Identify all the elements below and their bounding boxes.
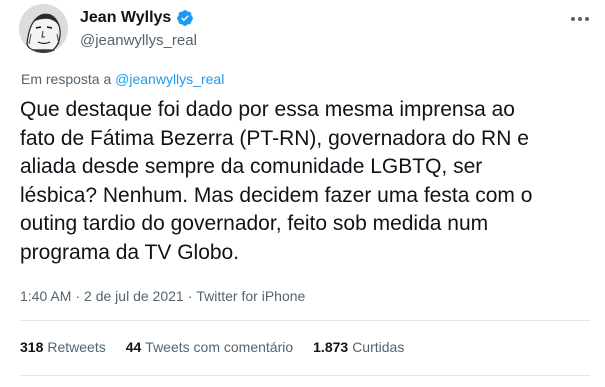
tweet-text: Que destaque foi dado por essa mesma imp… [20, 98, 533, 264]
tweet-date[interactable]: 2 de jul de 2021 [84, 287, 184, 305]
retweets-label: Retweets [47, 339, 106, 355]
meta-separator: · [187, 288, 193, 304]
author-display-name[interactable]: Jean Wyllys [80, 8, 171, 28]
avatar-portrait-icon [19, 4, 68, 53]
retweets-stat[interactable]: 318 Retweets [20, 338, 106, 356]
more-options-icon[interactable] [569, 8, 591, 30]
divider [20, 375, 590, 376]
author-avatar[interactable] [19, 4, 68, 53]
author-handle[interactable]: @jeanwyllys_real [80, 31, 197, 50]
quote-tweets-label: Tweets com comentário [145, 339, 294, 355]
retweets-count: 318 [20, 339, 44, 355]
quote-tweets-count: 44 [125, 339, 142, 355]
likes-count: 1.873 [313, 339, 349, 355]
tweet-stats: 318 Retweets 44 Tweets com comentário 1.… [20, 338, 404, 356]
reply-to-handle-link[interactable]: @jeanwyllys_real [115, 71, 224, 87]
reply-context: Em resposta a @jeanwyllys_real [21, 70, 224, 88]
verified-badge-icon [176, 9, 194, 27]
likes-stat[interactable]: 1.873 Curtidas [313, 338, 404, 356]
divider [20, 320, 590, 321]
tweet-card: Jean Wyllys @jeanwyllys_real Em resposta… [0, 0, 605, 387]
quote-tweets-stat[interactable]: 44 Tweets com comentário [126, 338, 293, 356]
meta-separator: · [75, 288, 81, 304]
author-name-row[interactable]: Jean Wyllys [80, 8, 194, 28]
tweet-source[interactable]: Twitter for iPhone [196, 287, 305, 305]
tweet-meta: 1:40 AM · 2 de jul de 2021 · Twitter for… [20, 287, 305, 305]
reply-prefix: Em resposta a [21, 71, 112, 87]
likes-label: Curtidas [352, 339, 405, 355]
tweet-time[interactable]: 1:40 AM [20, 287, 71, 305]
